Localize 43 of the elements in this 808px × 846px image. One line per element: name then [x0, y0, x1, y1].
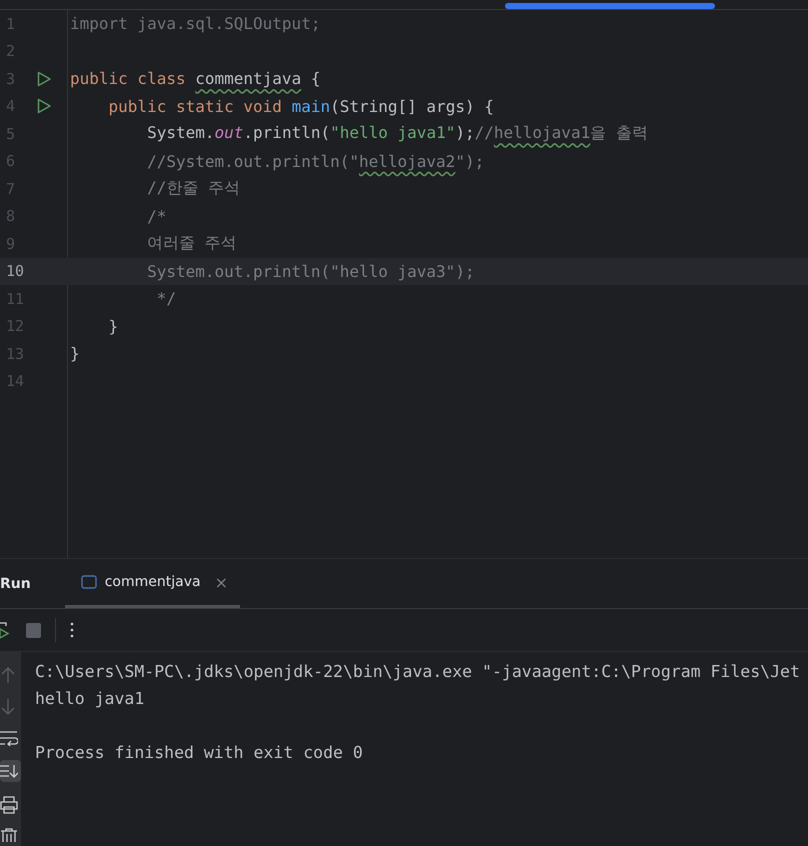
keyword-text: public class [70, 69, 187, 88]
comment-text: */ [156, 289, 176, 308]
comment-text: // [474, 123, 494, 142]
console-output: C:\Users\SM-PC\.jdks\openjdk-22\bin\java.exe "-javaagent:C:\Program Files\Jet [35, 661, 800, 683]
close-icon[interactable]: × [214, 572, 228, 592]
scroll-to-end-button[interactable] [0, 760, 21, 782]
comment-text: hellojava2 [358, 152, 456, 171]
code-text: { [310, 69, 320, 88]
code-text: ); [455, 123, 475, 142]
comment-text: "); [455, 152, 484, 171]
print-icon[interactable] [0, 796, 18, 814]
code-text: (String[] args) { [330, 96, 494, 116]
soft-wrap-icon[interactable] [0, 730, 18, 746]
method-name: main [292, 96, 330, 116]
scrollbar-thumb[interactable] [505, 3, 715, 9]
field-name: out [214, 123, 244, 142]
code-text: System. [146, 123, 214, 142]
comment-text: System.out.println("hello java3"); [146, 262, 475, 281]
comment-text: /* [146, 206, 166, 226]
string-literal: "hello java1" [330, 123, 456, 142]
console-output: hello java1 [35, 688, 146, 710]
run-icon[interactable] [36, 98, 52, 114]
code-text: } [70, 344, 80, 364]
code-text: .println( [243, 123, 330, 142]
rerun-icon[interactable] [0, 621, 12, 639]
class-name: commentjava [195, 69, 302, 88]
more-icon[interactable] [70, 622, 74, 638]
comment-text: //한줄 주석 [146, 178, 240, 198]
line-number: 10 [6, 262, 26, 280]
trash-icon[interactable] [0, 828, 18, 842]
window-icon [80, 574, 97, 590]
stop-button[interactable] [26, 622, 41, 638]
comment-text: hellojava1 [494, 123, 590, 142]
code-text: } [108, 316, 118, 336]
keyword-text: public static void [108, 96, 283, 116]
run-icon[interactable] [36, 70, 52, 87]
panel-title: Run [0, 576, 31, 592]
run-tab[interactable]: commentjava × [64, 559, 240, 608]
code-text: import java.sql.SQLOutput; [70, 14, 320, 34]
comment-text: 여러줄 주석 [146, 233, 237, 252]
console-output: Process finished with exit code 0 [35, 742, 364, 764]
comment-text: 을 출력 [590, 123, 648, 142]
comment-text: //System.out.println(" [146, 152, 359, 171]
